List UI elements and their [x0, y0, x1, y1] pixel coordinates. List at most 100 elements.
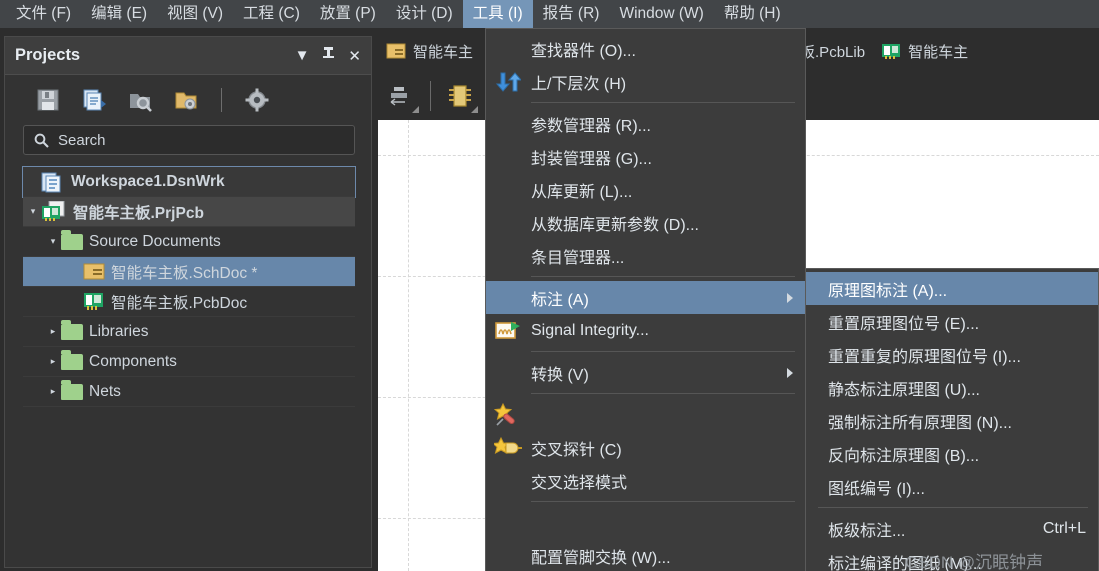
menu-item-select-pcb-components[interactable]: 交叉选择模式: [486, 464, 805, 497]
menu-item-label: 重置重复的原理图位号 (I)...: [828, 348, 1021, 366]
tree-item-libraries[interactable]: ▸ Libraries: [23, 317, 355, 347]
doc-tab-pcbdoc[interactable]: 智能车主: [873, 36, 976, 66]
dropdown-icon[interactable]: ▼: [295, 47, 310, 64]
project-icon: [42, 200, 65, 221]
menubar-item-project[interactable]: 工程 (C): [233, 0, 310, 28]
menu-item-label: 图纸编号 (I)...: [828, 480, 925, 498]
projects-panel-toolbar: [5, 75, 371, 125]
project-options-icon[interactable]: [171, 85, 201, 115]
workspace-icon: [41, 172, 61, 192]
menu-item-cross-select-mode[interactable]: 交叉探针 (C): [486, 431, 805, 464]
menu-item-cross-probe[interactable]: [486, 398, 805, 431]
place-part-button[interactable]: [437, 74, 483, 118]
projects-panel-header: Projects ▼ ✕: [5, 37, 371, 75]
menu-item-label: 转换 (V): [531, 366, 589, 384]
toolbar-separator: [430, 81, 431, 111]
menu-item-shortcut: Ctrl+L: [1042, 519, 1086, 537]
chevron-right-icon: [787, 292, 793, 303]
tree-arrow-collapsed[interactable]: ▸: [45, 326, 61, 337]
menu-item-annotate[interactable]: 标注 (A): [486, 281, 805, 314]
menu-item-label: 查找器件 (O)...: [531, 42, 636, 60]
menu-item-label: 条目管理器...: [531, 249, 625, 267]
menu-item-label: 原理图标注 (A)...: [828, 282, 948, 300]
menu-item-find-component[interactable]: 查找器件 (O)...: [486, 32, 805, 65]
menu-item-configure-pin-swapping[interactable]: [486, 506, 805, 539]
menu-item-label: 板级标注...: [828, 522, 906, 540]
tree-item-label: Workspace1.DsnWrk: [71, 172, 225, 190]
tree-item-label: 智能车主板.PcbDoc: [111, 294, 248, 312]
menu-item-label: 静态标注原理图 (U)...: [828, 381, 980, 399]
menu-item-label: 标注 (A): [531, 291, 589, 309]
menu-item-schematic-preferences[interactable]: 配置管脚交换 (W)...: [486, 539, 805, 571]
submenu-item-board-level-annotate[interactable]: 板级标注... Ctrl+L: [806, 512, 1098, 545]
tree-arrow-expanded[interactable]: ▾: [45, 236, 61, 247]
doc-tab-schdoc[interactable]: 智能车主: [378, 36, 481, 66]
pin-icon[interactable]: [322, 46, 335, 65]
submenu-item-number-schematic-sheets[interactable]: 图纸编号 (I)...: [806, 470, 1098, 503]
submenu-item-back-annotate-schematics[interactable]: 反向标注原理图 (B)...: [806, 437, 1098, 470]
toolbar-separator: [221, 88, 222, 112]
menu-item-label: 参数管理器 (R)...: [531, 117, 651, 135]
menubar-item-window[interactable]: Window (W): [609, 0, 713, 28]
tree-arrow-collapsed[interactable]: ▸: [45, 356, 61, 367]
tree-arrow-collapsed[interactable]: ▸: [45, 386, 61, 397]
no-icon: [494, 211, 522, 235]
tree-item-label: 智能车主板.SchDoc *: [111, 264, 258, 282]
tree-arrow-expanded[interactable]: ▾: [25, 206, 41, 217]
menu-separator: [531, 102, 795, 103]
menu-item-label: 交叉探针 (C): [531, 441, 622, 459]
menu-item-label: 强制标注所有原理图 (N)...: [828, 414, 1012, 432]
menu-item-update-params-from-database[interactable]: 从数据库更新参数 (D)...: [486, 206, 805, 239]
menubar-item-tools[interactable]: 工具 (I): [462, 0, 533, 28]
folder-icon: [61, 319, 83, 340]
open-project-search-icon[interactable]: [125, 85, 155, 115]
menu-separator: [531, 276, 795, 277]
projects-panel: Projects ▼ ✕ Search Workspace1.DsnWrk ▾ …: [4, 36, 372, 568]
panel-settings-gear-icon[interactable]: [242, 85, 272, 115]
submenu-item-reset-designators[interactable]: 重置原理图位号 (E)...: [806, 305, 1098, 338]
submenu-item-annotate-compiled-sheets[interactable]: 标注编译的图纸 (M)...: [806, 545, 1098, 571]
submenu-item-reset-duplicate-designators[interactable]: 重置重复的原理图位号 (I)...: [806, 338, 1098, 371]
menu-item-label: Signal Integrity...: [531, 321, 649, 339]
menubar-item-reports[interactable]: 报告 (R): [533, 0, 610, 28]
menubar-item-edit[interactable]: 编辑 (E): [81, 0, 157, 28]
tree-item-project[interactable]: ▾ 智能车主板.PrjPcb: [23, 197, 355, 227]
tree-item-components[interactable]: ▸ Components: [23, 347, 355, 377]
toolbar-misc-button[interactable]: [378, 74, 424, 118]
menubar-item-view[interactable]: 视图 (V): [157, 0, 233, 28]
tree-item-schdoc[interactable]: 智能车主板.SchDoc *: [23, 257, 355, 287]
menu-item-parameter-manager[interactable]: 参数管理器 (R)...: [486, 107, 805, 140]
menu-item-label: 配置管脚交换 (W)...: [531, 549, 671, 567]
annotate-submenu: 原理图标注 (A)... 重置原理图位号 (E)... 重置重复的原理图位号 (…: [805, 268, 1099, 571]
submenu-item-annotate-schematics-quietly[interactable]: 静态标注原理图 (U)...: [806, 371, 1098, 404]
menu-item-signal-integrity[interactable]: Signal Integrity...: [486, 314, 805, 347]
menu-item-update-from-libraries[interactable]: 从库更新 (L)...: [486, 173, 805, 206]
no-icon: [494, 544, 522, 568]
tree-item-workspace[interactable]: Workspace1.DsnWrk: [22, 166, 356, 198]
submenu-item-force-annotate-all-schematics[interactable]: 强制标注所有原理图 (N)...: [806, 404, 1098, 437]
search-area: Search: [5, 125, 371, 155]
menu-item-item-manager[interactable]: 条目管理器...: [486, 239, 805, 272]
save-icon[interactable]: [33, 85, 63, 115]
tree-item-pcbdoc[interactable]: 智能车主板.PcbDoc: [23, 287, 355, 317]
menu-item-label: 从库更新 (L)...: [531, 183, 633, 201]
search-input[interactable]: Search: [23, 125, 355, 155]
tree-item-label: Components: [89, 352, 177, 370]
tree-item-source-documents[interactable]: ▾ Source Documents: [23, 227, 355, 257]
menu-separator: [531, 351, 795, 352]
tree-item-nets[interactable]: ▸ Nets: [23, 377, 355, 407]
menubar-item-file[interactable]: 文件 (F): [6, 0, 81, 28]
menu-item-convert[interactable]: 转换 (V): [486, 356, 805, 389]
compile-documents-icon[interactable]: [79, 85, 109, 115]
menubar-item-design[interactable]: 设计 (D): [386, 0, 463, 28]
no-icon: [494, 37, 522, 61]
close-icon[interactable]: ✕: [348, 47, 361, 65]
submenu-item-annotate-schematics[interactable]: 原理图标注 (A)...: [806, 272, 1098, 305]
no-icon: [494, 511, 522, 535]
menu-item-footprint-manager[interactable]: 封装管理器 (G)...: [486, 140, 805, 173]
menubar-item-help[interactable]: 帮助 (H): [714, 0, 791, 28]
menu-item-up-down-hierarchy[interactable]: 上/下层次 (H): [486, 65, 805, 98]
menu-item-label: 封装管理器 (G)...: [531, 150, 652, 168]
menubar-item-place[interactable]: 放置 (P): [310, 0, 386, 28]
menu-item-label: 从数据库更新参数 (D)...: [531, 216, 699, 234]
